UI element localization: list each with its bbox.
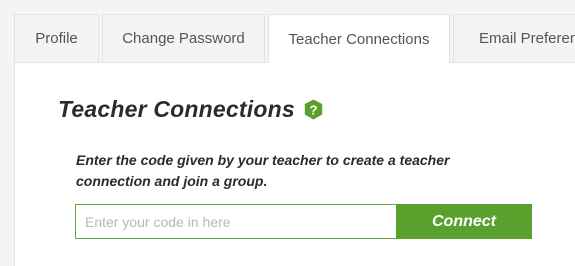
section-heading: Teacher Connections ? [58,96,323,123]
connect-button[interactable]: Connect [396,204,532,239]
question-mark-shield-icon: ? [304,99,323,120]
tab-label: Teacher Connections [288,30,430,48]
tab-label: Email Preferences [479,30,575,47]
teacher-code-input[interactable] [75,204,396,239]
page-title: Teacher Connections [58,96,295,122]
tab-label: Change Password [122,30,245,47]
tab-change-password[interactable]: Change Password [102,14,265,62]
left-gutter [0,62,14,266]
tab-email-preferences[interactable]: Email Preferences [453,14,575,62]
connect-button-label: Connect [432,212,496,230]
tab-profile[interactable]: Profile [14,14,99,62]
account-settings-app: Profile Change Password Teacher Connecti… [0,0,575,266]
instructions-text: Enter the code given by your teacher to … [76,152,450,189]
svg-text:?: ? [309,103,317,118]
help-icon[interactable]: ? [304,99,323,120]
tab-label: Profile [35,30,78,47]
tab-teacher-connections[interactable]: Teacher Connections [268,14,450,63]
active-tab-connector [269,61,449,64]
tab-bar: Profile Change Password Teacher Connecti… [0,0,575,63]
